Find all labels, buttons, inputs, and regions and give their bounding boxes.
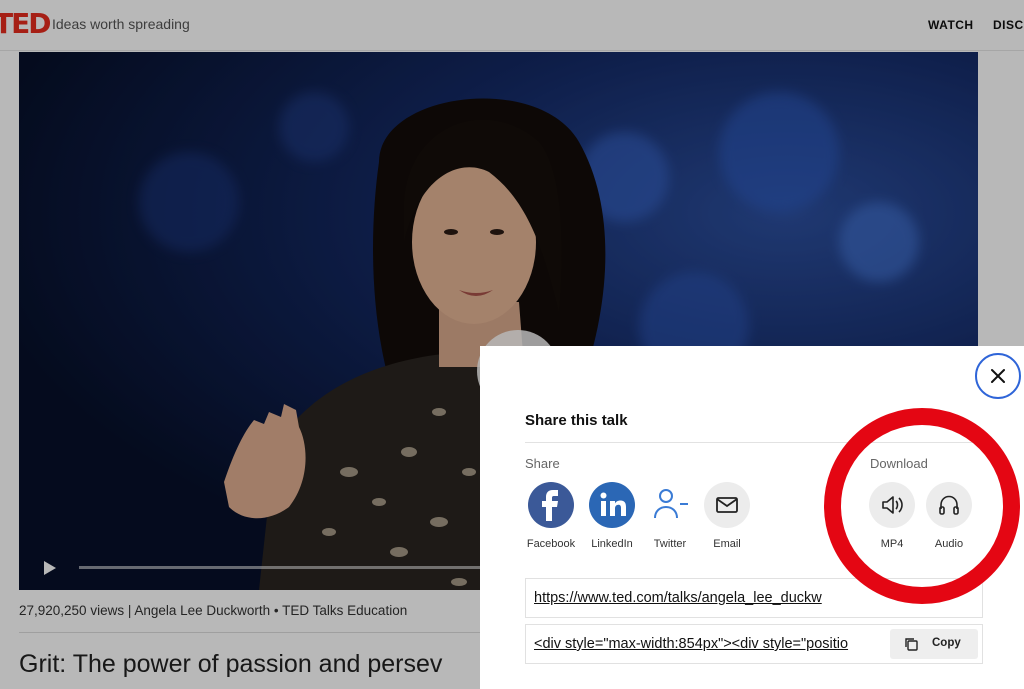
tagline: Ideas worth spreading bbox=[52, 16, 190, 32]
download-audio-label: Audio bbox=[934, 538, 964, 550]
headphones-icon bbox=[926, 482, 972, 528]
talk-meta: 27,920,250 views | Angela Lee Duckworth … bbox=[19, 603, 408, 618]
close-button[interactable] bbox=[975, 353, 1021, 399]
share-email-label: Email bbox=[713, 538, 741, 550]
ted-logo[interactable]: TED bbox=[0, 9, 51, 39]
download-section-label: Download bbox=[870, 456, 928, 471]
speaker-icon bbox=[869, 482, 915, 528]
divider bbox=[525, 442, 980, 443]
embed-code-text: <div style="max-width:854px"><div style=… bbox=[534, 636, 849, 652]
copy-button[interactable]: Copy bbox=[890, 629, 978, 659]
share-email[interactable]: Email bbox=[692, 482, 762, 550]
close-icon bbox=[991, 369, 1005, 383]
divider bbox=[19, 632, 481, 633]
twitter-icon bbox=[647, 482, 693, 528]
progress-bar[interactable] bbox=[79, 566, 499, 569]
share-url-link[interactable]: https://www.ted.com/talks/angela_lee_duc… bbox=[534, 590, 822, 606]
nav-discover[interactable]: DISCO bbox=[993, 18, 1024, 32]
download-audio[interactable]: Audio bbox=[914, 482, 984, 550]
site-header: TED Ideas worth spreading WATCH DISCO bbox=[0, 0, 1024, 51]
play-small-icon[interactable] bbox=[43, 560, 57, 576]
embed-code-field[interactable]: <div style="max-width:854px"><div style=… bbox=[525, 624, 983, 664]
share-modal: Share this talk Share Download Facebook … bbox=[480, 346, 1024, 689]
modal-title: Share this talk bbox=[525, 412, 628, 429]
talk-title: Grit: The power of passion and persev bbox=[19, 650, 443, 678]
copy-label: Copy bbox=[932, 637, 961, 649]
share-section-label: Share bbox=[525, 456, 560, 471]
facebook-icon bbox=[528, 482, 574, 528]
copy-icon bbox=[905, 638, 918, 651]
share-facebook[interactable]: Facebook bbox=[516, 482, 586, 550]
linkedin-icon bbox=[589, 482, 635, 528]
email-icon bbox=[704, 482, 750, 528]
share-url-field[interactable]: https://www.ted.com/talks/angela_lee_duc… bbox=[525, 578, 983, 618]
share-facebook-label: Facebook bbox=[526, 538, 576, 550]
nav-watch[interactable]: WATCH bbox=[928, 18, 974, 32]
